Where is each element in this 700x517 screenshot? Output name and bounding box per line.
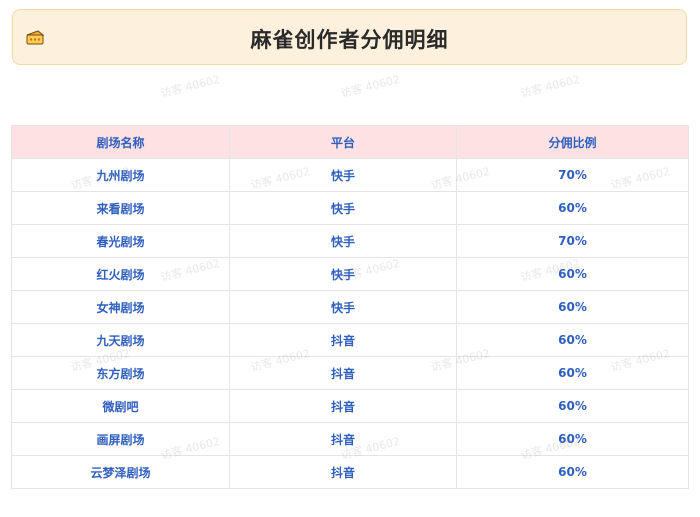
theater-name-cell: 九天剧场 (11, 323, 230, 357)
column-header-theater: 剧场名称 (11, 125, 230, 159)
table-row: 九天剧场 抖音 60% (11, 323, 689, 357)
share-ratio-cell: 60% (456, 356, 689, 390)
theater-name-cell: 微剧吧 (11, 389, 230, 423)
platform-cell: 抖音 (229, 323, 457, 357)
share-ratio-cell: 60% (456, 455, 689, 489)
theater-name-cell: 红火剧场 (11, 257, 230, 291)
share-ratio-cell: 60% (456, 290, 689, 324)
share-ratio-cell: 70% (456, 224, 689, 258)
share-ratio-cell: 60% (456, 389, 689, 423)
column-header-share-ratio: 分佣比例 (456, 125, 689, 159)
platform-cell: 快手 (229, 290, 457, 324)
platform-cell: 快手 (229, 191, 457, 225)
platform-cell: 快手 (229, 257, 457, 291)
watermark: 访客 40602 (519, 72, 582, 101)
table-row: 春光剧场 快手 70% (11, 224, 689, 258)
table-row: 女神剧场 快手 60% (11, 290, 689, 324)
watermark: 访客 40602 (159, 72, 222, 101)
column-header-platform: 平台 (229, 125, 457, 159)
platform-cell: 快手 (229, 224, 457, 258)
platform-cell: 抖音 (229, 389, 457, 423)
platform-cell: 抖音 (229, 356, 457, 390)
table-row: 九州剧场 快手 70% (11, 158, 689, 192)
table-row: 微剧吧 抖音 60% (11, 389, 689, 423)
table-header-row: 剧场名称 平台 分佣比例 (11, 125, 689, 159)
watermark: 访客 40602 (339, 72, 402, 101)
platform-cell: 快手 (229, 158, 457, 192)
share-ratio-cell: 60% (456, 191, 689, 225)
platform-cell: 抖音 (229, 422, 457, 456)
table-row: 画屏剧场 抖音 60% (11, 422, 689, 456)
share-ratio-cell: 60% (456, 257, 689, 291)
share-ratio-cell: 60% (456, 422, 689, 456)
share-ratio-cell: 60% (456, 323, 689, 357)
theater-name-cell: 画屏剧场 (11, 422, 230, 456)
theater-name-cell: 东方剧场 (11, 356, 230, 390)
table-row: 红火剧场 快手 60% (11, 257, 689, 291)
table-row: 东方剧场 抖音 60% (11, 356, 689, 390)
page-title: 麻雀创作者分佣明细 (250, 28, 449, 52)
share-ratio-cell: 70% (456, 158, 689, 192)
theater-name-cell: 春光剧场 (11, 224, 230, 258)
theater-name-cell: 云梦泽剧场 (11, 455, 230, 489)
commission-table: 剧场名称 平台 分佣比例 九州剧场 快手 70% 来看剧场 快手 60% 春光剧… (11, 125, 689, 489)
platform-cell: 抖音 (229, 455, 457, 489)
theater-name-cell: 来看剧场 (11, 191, 230, 225)
page-header: 麻雀创作者分佣明细 (12, 9, 687, 65)
table-row: 来看剧场 快手 60% (11, 191, 689, 225)
table-row: 云梦泽剧场 抖音 60% (11, 455, 689, 489)
theater-name-cell: 女神剧场 (11, 290, 230, 324)
theater-name-cell: 九州剧场 (11, 158, 230, 192)
